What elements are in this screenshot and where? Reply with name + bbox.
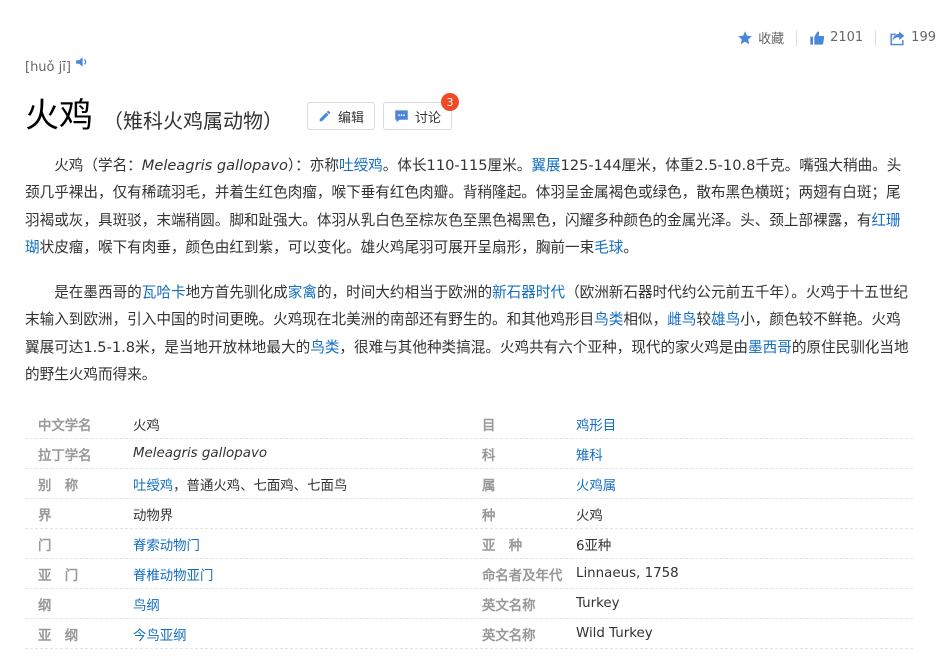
star-icon [738, 30, 752, 44]
info-value: 火鸡 [133, 418, 160, 434]
speaker-icon[interactable] [75, 56, 89, 68]
divider [796, 29, 798, 46]
info-value: Turkey [576, 596, 620, 611]
like-count: 2101 [830, 30, 864, 45]
info-key: 目 [482, 418, 496, 434]
info-link-subphylum[interactable]: 脊椎动物亚门 [133, 564, 213, 584]
text: ，很难与其他种类搞混。火鸡共有六个亚种，现代的家火鸡是由 [339, 338, 749, 356]
info-value: ，普通火鸡、七面鸡、七面鸟 [173, 478, 348, 494]
edit-button[interactable]: 编辑 [307, 102, 376, 130]
title-row: 火鸡 （雉科火鸡属动物） 编辑 讨论 3 [25, 93, 460, 138]
info-key: 亚 门 [38, 568, 79, 584]
info-key: 亚 纲 [38, 628, 79, 644]
info-key: 亚 种 [482, 538, 523, 554]
share-button[interactable]: 199 [888, 30, 936, 46]
info-key: 中文学名 [38, 418, 92, 434]
link-oaxaca[interactable]: 瓦哈卡 [142, 284, 186, 301]
text: 。体长110-115厘米。 [382, 157, 532, 174]
like-button[interactable]: 2101 [809, 30, 863, 46]
info-link-phylum[interactable]: 脊索动物门 [133, 534, 200, 554]
link-birds-2[interactable]: 鸟类 [310, 339, 339, 356]
text: 的，时间大约相当于欧洲的 [316, 284, 493, 301]
pinyin: [huǒ jī] [25, 57, 89, 75]
divider [875, 29, 877, 46]
info-key: 门 [38, 538, 52, 554]
info-key: 属 [482, 478, 496, 494]
text: ）：亦称 [287, 157, 339, 174]
discuss-label: 讨论 [415, 110, 442, 126]
info-value: Linnaeus, 1758 [576, 566, 679, 581]
text: 相似， [623, 311, 668, 329]
share-icon [890, 30, 905, 45]
page-subtitle: （雉科火鸡属动物） [103, 108, 283, 133]
info-key: 纲 [38, 598, 52, 614]
text: 地方首先驯化成 [185, 284, 288, 301]
info-row: 纲 鸟纲 英文名称 Turkey [25, 589, 913, 619]
info-value: Meleagris gallopavo [133, 446, 268, 461]
info-key: 英文名称 [482, 598, 536, 614]
info-row: 门 脊索动物门 亚 种 6亚种 [25, 529, 913, 559]
info-key: 科 [482, 448, 496, 464]
latin-name: Meleagris gallopavo [141, 157, 288, 174]
link-neolithic[interactable]: 新石器时代 [492, 284, 565, 301]
link-poultry[interactable]: 家禽 [288, 284, 317, 301]
text: 状皮瘤，喉下有肉垂，颜色由红到紫，可以变化。雄火鸡尾羽可展开呈扇形，胸前一束 [39, 239, 595, 257]
link-mexico[interactable]: 墨西哥 [748, 339, 792, 356]
info-link-class[interactable]: 鸟纲 [133, 594, 160, 614]
share-count: 199 [911, 30, 936, 45]
collect-label: 收藏 [758, 32, 785, 47]
discuss-button[interactable]: 讨论 3 [383, 93, 460, 130]
summary-paragraph-1: 火鸡（学名：Meleagris gallopavo）：亦称吐绶鸡。体长110-1… [25, 152, 913, 262]
link-birds[interactable]: 鸟类 [594, 311, 623, 328]
link-male-bird[interactable]: 雄鸟 [711, 311, 740, 328]
info-value: Wild Turkey [576, 626, 653, 641]
info-key: 命名者及年代 [482, 568, 563, 584]
text: 较 [696, 311, 711, 329]
top-actions: 收藏 2101 199 [737, 28, 936, 47]
info-row: 拉丁学名 Meleagris gallopavo 科 雉科 [25, 439, 913, 469]
info-row: 别 称 吐绶鸡 ，普通火鸡、七面鸡、七面鸟 属 火鸡属 [25, 469, 913, 499]
text: 是在墨西哥的 [54, 284, 142, 301]
info-link-family[interactable]: 雉科 [576, 444, 603, 464]
info-row: 中文学名 火鸡 目 鸡形目 [25, 409, 913, 439]
info-key: 别 称 [38, 478, 79, 494]
info-key: 英文名称 [482, 628, 536, 644]
info-value: 6亚种 [576, 538, 612, 554]
info-link-genus[interactable]: 火鸡属 [576, 474, 616, 494]
pinyin-text: [huǒ jī] [25, 60, 71, 75]
thumbs-up-icon [810, 30, 825, 45]
link-female-bird[interactable]: 雌鸟 [667, 311, 696, 328]
info-row: 亚 纲 今鸟亚纲 英文名称 Wild Turkey [25, 619, 913, 649]
basic-info-table: 中文学名 火鸡 目 鸡形目 拉丁学名 Meleagris gallopavo 科… [25, 409, 913, 649]
info-link-tushouji[interactable]: 吐绶鸡 [133, 474, 173, 494]
text: 。 [623, 239, 638, 257]
discuss-badge: 3 [441, 93, 460, 111]
summary-paragraph-2: 是在墨西哥的瓦哈卡地方首先驯化成家禽的，时间大约相当于欧洲的新石器时代（欧洲新石… [25, 279, 913, 389]
info-key: 界 [38, 508, 52, 524]
link-hair-ball[interactable]: 毛球 [594, 239, 623, 256]
info-key: 种 [482, 508, 496, 524]
edit-label: 编辑 [338, 110, 365, 126]
comment-icon [395, 110, 408, 123]
link-tushouji[interactable]: 吐绶鸡 [339, 157, 383, 174]
info-key: 拉丁学名 [38, 448, 92, 464]
info-link-order[interactable]: 鸡形目 [576, 414, 616, 434]
text: 火鸡（学名： [54, 157, 142, 174]
info-value: 火鸡 [576, 508, 603, 524]
link-wingspan[interactable]: 翼展 [531, 157, 560, 174]
info-row: 界 动物界 种 火鸡 [25, 499, 913, 529]
info-link-subclass[interactable]: 今鸟亚纲 [133, 624, 187, 644]
info-row: 亚 门 脊椎动物亚门 命名者及年代 Linnaeus, 1758 [25, 559, 913, 589]
page-title: 火鸡 [25, 96, 93, 136]
collect-button[interactable]: 收藏 [737, 28, 784, 47]
info-value: 动物界 [133, 508, 174, 524]
pencil-icon [319, 110, 331, 122]
